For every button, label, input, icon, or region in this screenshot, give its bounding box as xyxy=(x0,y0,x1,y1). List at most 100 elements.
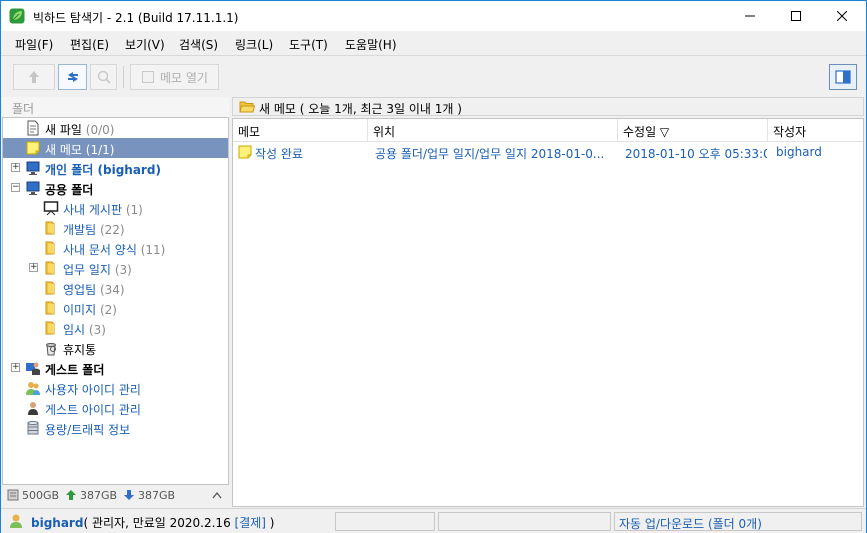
status-username: bighard xyxy=(31,516,84,530)
close-icon xyxy=(837,11,847,21)
upload-arrow-icon xyxy=(66,490,76,500)
refresh-icon xyxy=(67,72,78,82)
menu-view[interactable]: 보기(V) xyxy=(125,36,165,53)
collapse-icon[interactable]: − xyxy=(11,183,20,192)
cell-author: bighard xyxy=(776,145,822,159)
menu-link[interactable]: 링크(L) xyxy=(235,36,273,53)
computer-icon xyxy=(26,161,40,175)
guest-user-icon xyxy=(28,402,38,415)
cell-modified: 2018-01-10 오후 05:33:04 xyxy=(625,147,767,161)
tree-label: 게스트 폴더 xyxy=(45,363,105,377)
tree-count: (0/0) xyxy=(85,123,115,137)
expand-icon[interactable]: + xyxy=(11,363,20,372)
arrow-up-icon xyxy=(29,71,39,83)
menu-file[interactable]: 파일(F) xyxy=(15,36,53,53)
cell-location: 공용 폴더/업무 일지/업무 일지 2018-01-0... xyxy=(375,147,605,161)
tree-item-user-id-admin[interactable]: 사용자 아이디 관리 xyxy=(3,378,228,398)
tree-label: 업무 일지 xyxy=(63,263,111,277)
tree-count: (11) xyxy=(140,243,166,257)
trash-bin-icon xyxy=(46,343,56,356)
close-button[interactable] xyxy=(819,1,865,31)
storage-total: 500GB xyxy=(22,489,60,502)
leaf-app-icon xyxy=(9,8,25,24)
tree-item-sales-team[interactable]: 영업팀 (34) xyxy=(3,278,228,298)
tree-item-shared-folder[interactable]: − 공용 폴더 xyxy=(3,178,228,198)
folder-icon xyxy=(45,241,55,255)
column-header-location[interactable]: 위치 xyxy=(368,119,618,141)
open-folder-icon xyxy=(239,101,255,113)
tree-item-work-log[interactable]: + 업무 일지 (3) xyxy=(3,258,228,278)
toolbar-separator xyxy=(123,66,124,88)
new-file-icon xyxy=(27,120,39,136)
storage-upload: 387GB xyxy=(80,489,118,502)
memo-icon xyxy=(142,71,154,83)
tree-label: 임시 xyxy=(63,323,86,337)
column-header-memo[interactable]: 메모 xyxy=(233,119,368,141)
status-bar: bighard( 관리자, 만료일 2020.2.16 [결제] ) 자동 업/… xyxy=(1,508,866,533)
expand-icon[interactable]: + xyxy=(29,263,38,272)
layout-toggle-button[interactable] xyxy=(829,64,857,90)
chevron-up-icon[interactable] xyxy=(212,491,222,499)
expand-icon[interactable]: + xyxy=(11,163,20,172)
minimize-button[interactable] xyxy=(727,1,773,31)
refresh-button[interactable] xyxy=(58,64,87,90)
tree-label: 공용 폴더 xyxy=(45,183,94,197)
search-button[interactable] xyxy=(90,64,117,90)
tree-label: 개인 폴더 (bighard) xyxy=(45,163,161,177)
tree-item-new-memos[interactable]: 새 메모 (1/1) xyxy=(3,138,228,158)
board-icon xyxy=(43,201,59,216)
tree-item-new-files[interactable]: 새 파일 (0/0) xyxy=(3,118,228,138)
auto-transfer-status[interactable]: 자동 업/다운로드 (폴더 0개) xyxy=(614,512,862,531)
header-divider xyxy=(233,141,863,142)
column-header-author[interactable]: 작성자 xyxy=(768,119,863,141)
disk-icon xyxy=(7,489,19,501)
payment-link[interactable]: [결제] xyxy=(235,516,266,530)
panel-layout-icon xyxy=(835,70,851,84)
status-account-info: ( 관리자, 만료일 2020.2.16 xyxy=(83,516,235,530)
status-panel-1 xyxy=(335,512,435,531)
tree-item-personal-folder[interactable]: + 개인 폴더 (bighard) xyxy=(3,158,228,178)
folder-icon xyxy=(45,261,55,275)
folder-tree: 새 파일 (0/0) 새 메모 (1/1) + 개인 폴더 (bighard) … xyxy=(2,117,229,485)
tree-count: (22) xyxy=(99,223,125,237)
tree-item-trash[interactable]: 휴지통 xyxy=(3,338,228,358)
column-header-modified[interactable]: 수정일 ▽ xyxy=(618,119,768,141)
tree-label: 영업팀 xyxy=(63,283,97,297)
tree-label: 휴지통 xyxy=(63,343,97,357)
tree-item-bulletin-board[interactable]: 사내 게시판 (1) xyxy=(3,198,228,218)
up-folder-button[interactable] xyxy=(13,64,55,90)
tree-item-dev-team[interactable]: 개발팀 (22) xyxy=(3,218,228,238)
folder-icon xyxy=(45,321,55,335)
tree-item-guest-folder[interactable]: + 게스트 폴더 xyxy=(3,358,228,378)
open-memo-button[interactable]: 메모 열기 xyxy=(130,64,219,90)
guest-users-icon xyxy=(26,362,40,375)
folder-icon xyxy=(45,281,55,295)
status-close-paren: ) xyxy=(265,516,275,530)
tree-item-doc-templates[interactable]: 사내 문서 양식 (11) xyxy=(3,238,228,258)
explorer-window: 빅하드 탐색기 - 2.1 (Build 17.11.1.1) 파일(F) 편집… xyxy=(0,0,867,533)
current-path-bar: 새 메모 ( 오늘 1개, 최근 3일 이내 1개 ) xyxy=(232,97,864,116)
title-bar: 빅하드 탐색기 - 2.1 (Build 17.11.1.1) xyxy=(1,1,866,31)
folder-icon xyxy=(45,221,55,235)
tree-item-guest-id-admin[interactable]: 게스트 아이디 관리 xyxy=(3,398,228,418)
window-title: 빅하드 탐색기 - 2.1 (Build 17.11.1.1) xyxy=(33,11,239,25)
download-arrow-icon xyxy=(124,490,134,500)
menu-help[interactable]: 도움말(H) xyxy=(345,36,397,53)
tree-label: 새 메모 xyxy=(45,143,82,157)
users-icon xyxy=(26,382,40,395)
maximize-icon xyxy=(791,11,801,21)
memo-note-icon xyxy=(26,141,40,155)
tree-label: 사용자 아이디 관리 xyxy=(45,383,141,397)
menu-bar: 파일(F) 편집(E) 보기(V) 검색(S) 링크(L) 도구(T) 도움말(… xyxy=(1,31,866,55)
tree-item-usage-traffic[interactable]: 용량/트래픽 정보 xyxy=(3,418,228,438)
maximize-button[interactable] xyxy=(773,1,819,31)
menu-search[interactable]: 검색(S) xyxy=(179,36,218,53)
tree-item-temp[interactable]: 임시 (3) xyxy=(3,318,228,338)
menu-edit[interactable]: 편집(E) xyxy=(70,36,109,53)
tree-count: (3) xyxy=(114,263,132,277)
tree-label: 사내 문서 양식 xyxy=(63,243,137,257)
menu-tools[interactable]: 도구(T) xyxy=(289,36,328,53)
memo-note-icon xyxy=(238,145,252,159)
tree-label: 사내 게시판 xyxy=(63,203,123,217)
tree-item-images[interactable]: 이미지 (2) xyxy=(3,298,228,318)
